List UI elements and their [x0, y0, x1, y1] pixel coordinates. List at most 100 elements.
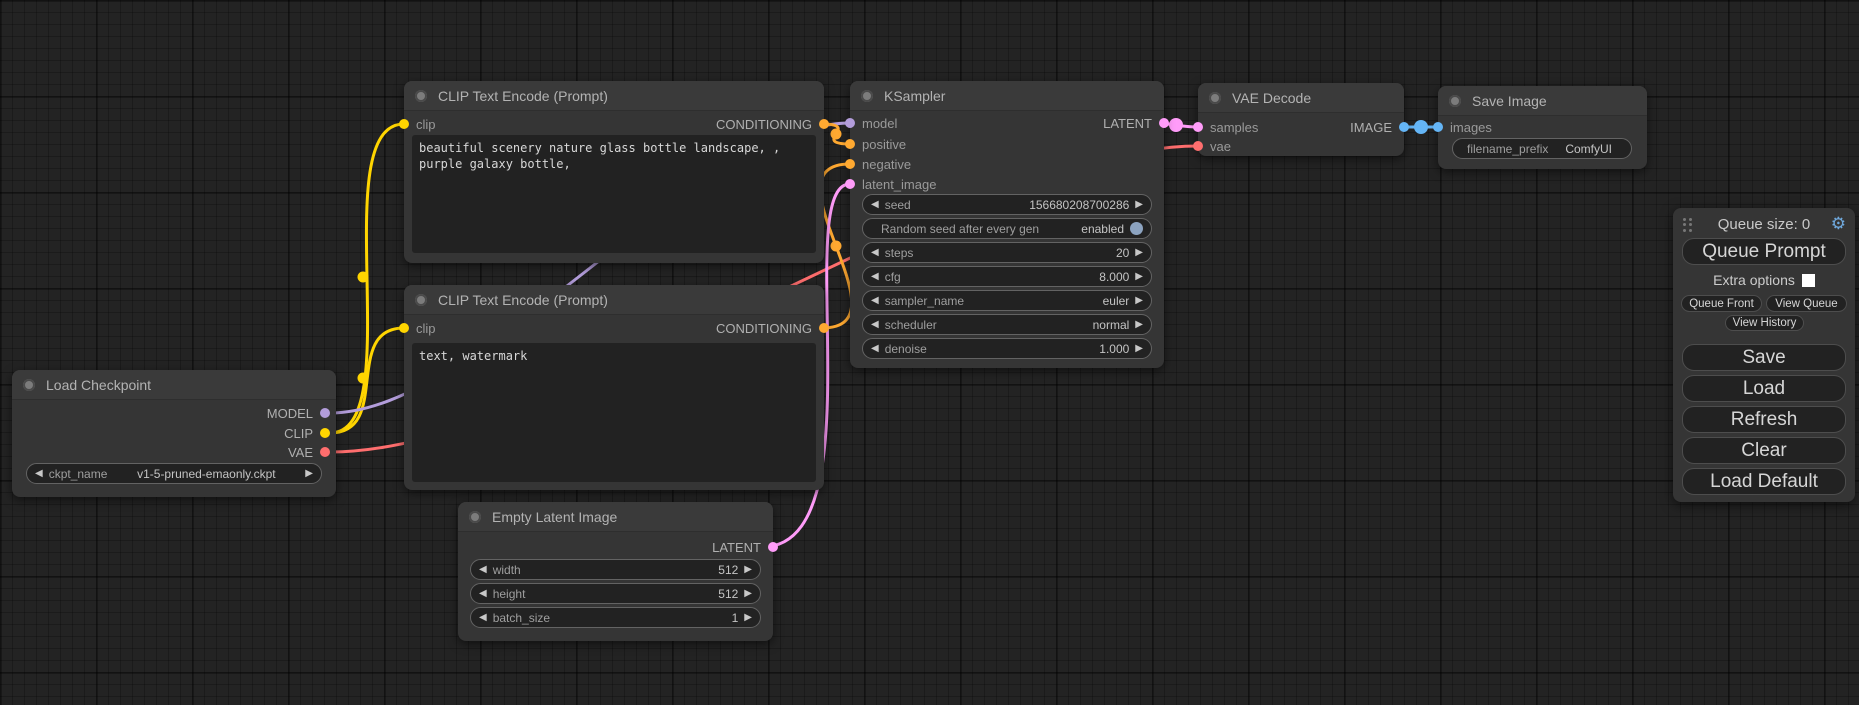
- ckpt-name-widget[interactable]: ◀ ckpt_name v1-5-pruned-emaonly.ckpt ▶: [26, 463, 322, 484]
- clip-slot-dot[interactable]: [399, 119, 409, 129]
- decrement-arrow-icon[interactable]: ◀: [871, 320, 879, 330]
- collapse-dot-icon[interactable]: [415, 90, 427, 102]
- clear-button[interactable]: Clear: [1682, 437, 1846, 464]
- batch-size-widget[interactable]: ◀ batch_size 1 ▶: [470, 607, 761, 628]
- vae-output-slot[interactable]: VAE: [288, 445, 330, 459]
- increment-arrow-icon[interactable]: ▶: [744, 565, 752, 575]
- increment-arrow-icon[interactable]: ▶: [1135, 248, 1143, 258]
- gear-icon[interactable]: ⚙: [1831, 214, 1846, 234]
- node-title-bar[interactable]: Save Image: [1438, 86, 1647, 116]
- collapse-dot-icon[interactable]: [469, 511, 481, 523]
- node-title-bar[interactable]: CLIP Text Encode (Prompt): [404, 81, 824, 111]
- increment-arrow-icon[interactable]: ▶: [1135, 344, 1143, 354]
- vae-slot-dot[interactable]: [1193, 141, 1203, 151]
- extra-options-checkbox[interactable]: [1802, 274, 1815, 287]
- random-seed-toggle-widget[interactable]: Random seed after every gen enabled: [862, 218, 1152, 239]
- node-title-bar[interactable]: Empty Latent Image: [458, 502, 773, 532]
- collapse-dot-icon[interactable]: [1209, 92, 1221, 104]
- clip-input-slot[interactable]: clip: [399, 117, 436, 131]
- conditioning-slot-dot[interactable]: [819, 323, 829, 333]
- link-dot[interactable]: [1414, 120, 1428, 134]
- decrement-arrow-icon[interactable]: ◀: [479, 613, 487, 623]
- clip-slot-dot[interactable]: [399, 323, 409, 333]
- increment-arrow-icon[interactable]: ▶: [1135, 200, 1143, 210]
- model-output-slot[interactable]: MODEL: [267, 406, 330, 420]
- model-input-slot[interactable]: model: [845, 116, 897, 130]
- image-slot-dot[interactable]: [1399, 122, 1409, 132]
- latent-image-input-slot[interactable]: latent_image: [845, 177, 936, 191]
- link-dot[interactable]: [358, 373, 369, 384]
- node-graph-canvas[interactable]: Load Checkpoint MODEL CLIP VAE ◀ ckpt_na…: [0, 0, 1859, 705]
- link-dot[interactable]: [1169, 118, 1183, 132]
- decrement-arrow-icon[interactable]: ◀: [871, 296, 879, 306]
- node-clip-text-encode-positive[interactable]: CLIP Text Encode (Prompt) clip CONDITION…: [404, 81, 824, 263]
- node-clip-text-encode-negative[interactable]: CLIP Text Encode (Prompt) clip CONDITION…: [404, 285, 824, 490]
- node-save-image[interactable]: Save Image images filename_prefix ComfyU…: [1438, 86, 1647, 169]
- steps-widget[interactable]: ◀ steps 20 ▶: [862, 242, 1152, 263]
- queue-panel[interactable]: Queue size: 0 ⚙ Queue Prompt Extra optio…: [1673, 208, 1855, 502]
- clip-input-slot[interactable]: clip: [399, 321, 436, 335]
- sampler-name-widget[interactable]: ◀ sampler_name euler ▶: [862, 290, 1152, 311]
- image-output-slot[interactable]: IMAGE: [1350, 120, 1409, 134]
- decrement-arrow-icon[interactable]: ◀: [871, 200, 879, 210]
- clip-slot-dot[interactable]: [320, 428, 330, 438]
- node-title-bar[interactable]: KSampler: [850, 81, 1164, 111]
- conditioning-slot-dot[interactable]: [845, 139, 855, 149]
- queue-front-button[interactable]: Queue Front: [1681, 295, 1762, 312]
- scheduler-widget[interactable]: ◀ scheduler normal ▶: [862, 314, 1152, 335]
- collapse-dot-icon[interactable]: [415, 294, 427, 306]
- increment-arrow-icon[interactable]: ▶: [1135, 296, 1143, 306]
- decrement-arrow-icon[interactable]: ◀: [871, 344, 879, 354]
- conditioning-output-slot[interactable]: CONDITIONING: [716, 321, 829, 335]
- toggle-icon[interactable]: [1130, 222, 1143, 235]
- negative-input-slot[interactable]: negative: [845, 157, 911, 171]
- queue-prompt-button[interactable]: Queue Prompt: [1682, 238, 1846, 265]
- link-dot[interactable]: [831, 129, 842, 140]
- height-widget[interactable]: ◀ height 512 ▶: [470, 583, 761, 604]
- samples-input-slot[interactable]: samples: [1193, 120, 1258, 134]
- drag-handle-icon[interactable]: [1683, 218, 1693, 232]
- increment-arrow-icon[interactable]: ▶: [305, 469, 313, 479]
- vae-slot-dot[interactable]: [320, 447, 330, 457]
- width-widget[interactable]: ◀ width 512 ▶: [470, 559, 761, 580]
- conditioning-slot-dot[interactable]: [845, 159, 855, 169]
- increment-arrow-icon[interactable]: ▶: [1135, 272, 1143, 282]
- node-vae-decode[interactable]: VAE Decode samples vae IMAGE: [1198, 83, 1404, 156]
- node-empty-latent-image[interactable]: Empty Latent Image LATENT ◀ width 512 ▶ …: [458, 502, 773, 641]
- cfg-widget[interactable]: ◀ cfg 8.000 ▶: [862, 266, 1152, 287]
- view-queue-button[interactable]: View Queue: [1766, 295, 1847, 312]
- node-title-bar[interactable]: VAE Decode: [1198, 83, 1404, 113]
- seed-widget[interactable]: ◀ seed 156680208700286 ▶: [862, 194, 1152, 215]
- link-dot[interactable]: [358, 272, 369, 283]
- increment-arrow-icon[interactable]: ▶: [744, 613, 752, 623]
- collapse-dot-icon[interactable]: [23, 379, 35, 391]
- denoise-widget[interactable]: ◀ denoise 1.000 ▶: [862, 338, 1152, 359]
- node-ksampler[interactable]: KSampler model positive negative latent_…: [850, 81, 1164, 368]
- decrement-arrow-icon[interactable]: ◀: [871, 272, 879, 282]
- decrement-arrow-icon[interactable]: ◀: [479, 589, 487, 599]
- image-slot-dot[interactable]: [1433, 122, 1443, 132]
- save-button[interactable]: Save: [1682, 344, 1846, 371]
- collapse-dot-icon[interactable]: [861, 90, 873, 102]
- decrement-arrow-icon[interactable]: ◀: [871, 248, 879, 258]
- refresh-button[interactable]: Refresh: [1682, 406, 1846, 433]
- node-load-checkpoint[interactable]: Load Checkpoint MODEL CLIP VAE ◀ ckpt_na…: [12, 370, 336, 497]
- load-default-button[interactable]: Load Default: [1682, 468, 1846, 495]
- link-dot[interactable]: [831, 241, 842, 252]
- increment-arrow-icon[interactable]: ▶: [744, 589, 752, 599]
- model-slot-dot[interactable]: [845, 118, 855, 128]
- load-button[interactable]: Load: [1682, 375, 1846, 402]
- positive-prompt-textarea[interactable]: beautiful scenery nature glass bottle la…: [412, 135, 816, 253]
- latent-slot-dot[interactable]: [1159, 118, 1169, 128]
- conditioning-output-slot[interactable]: CONDITIONING: [716, 117, 829, 131]
- filename-prefix-widget[interactable]: filename_prefix ComfyUI: [1452, 138, 1632, 159]
- images-input-slot[interactable]: images: [1433, 120, 1492, 134]
- negative-prompt-textarea[interactable]: text, watermark: [412, 343, 816, 482]
- latent-output-slot[interactable]: LATENT: [1103, 116, 1169, 130]
- conditioning-slot-dot[interactable]: [819, 119, 829, 129]
- node-title-bar[interactable]: Load Checkpoint: [12, 370, 336, 400]
- latent-slot-dot[interactable]: [845, 179, 855, 189]
- positive-input-slot[interactable]: positive: [845, 137, 906, 151]
- latent-output-slot[interactable]: LATENT: [712, 540, 778, 554]
- latent-slot-dot[interactable]: [768, 542, 778, 552]
